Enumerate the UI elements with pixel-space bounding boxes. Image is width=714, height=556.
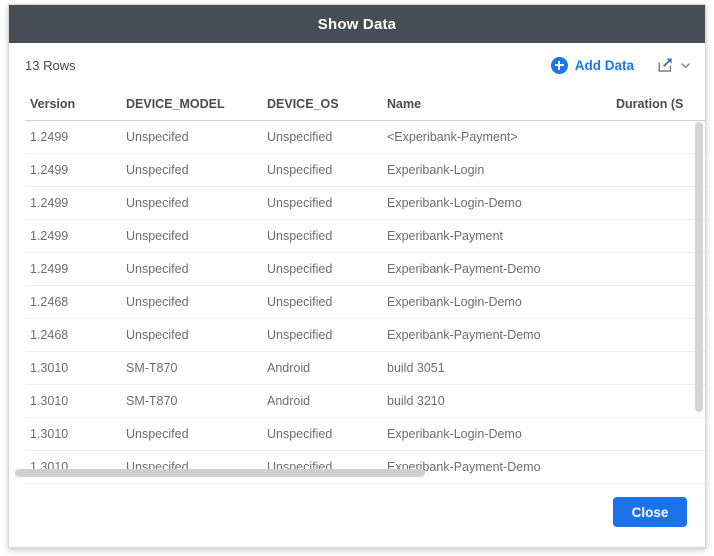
close-button[interactable]: Close: [613, 497, 687, 527]
cell-name: <Experibank-Payment>: [387, 120, 616, 154]
table-row[interactable]: 1.2499 Unspecifed Unspecified Experibank-Pa…: [25, 252, 705, 286]
cell-duration: [616, 219, 705, 253]
cell-device-model: Unspecifed: [126, 219, 267, 253]
table-row[interactable]: 1.3010 SM-T870 Android build 3210: [25, 384, 705, 418]
table-row[interactable]: 1.3010 SM-T870 Android build 3051: [25, 351, 705, 385]
cell-device-model: Unspecifed: [126, 120, 267, 154]
cell-duration: [616, 285, 705, 319]
export-share-icon[interactable]: [656, 56, 674, 74]
cell-version: 1.2499: [25, 153, 126, 187]
cell-device-model: Unspecifed: [126, 318, 267, 352]
table-row[interactable]: 1.3010 Unspecifed Unspecified Experibank-Pa…: [25, 450, 705, 484]
dialog-title-bar: Show Data: [9, 5, 705, 43]
cell-name: Experibank-Payment-Demo: [387, 450, 616, 484]
cell-device-model: Unspecifed: [126, 252, 267, 286]
column-header-name[interactable]: Name: [387, 87, 616, 121]
cell-device-os: Android: [267, 384, 387, 418]
cell-device-model: Unspecifed: [126, 153, 267, 187]
cell-device-model: Unspecifed: [126, 186, 267, 220]
cell-version: 1.2499: [25, 120, 126, 154]
export-control[interactable]: [656, 56, 691, 74]
cell-name: Experibank-Login: [387, 153, 616, 187]
cell-device-model: SM-T870: [126, 384, 267, 418]
dialog-footer: Close: [9, 485, 705, 547]
cell-duration: [616, 252, 705, 286]
table-header-row: Version DEVICE_MODEL DEVICE_OS Name Dura…: [25, 87, 705, 121]
cell-device-model: SM-T870: [126, 351, 267, 385]
cell-device-os: Unspecified: [267, 120, 387, 154]
vertical-scrollbar-thumb[interactable]: [695, 122, 703, 412]
cell-version: 1.2468: [25, 285, 126, 319]
cell-device-model: Unspecifed: [126, 417, 267, 451]
cell-device-model: Unspecifed: [126, 285, 267, 319]
cell-device-os: Unspecified: [267, 417, 387, 451]
cell-name: Experibank-Login-Demo: [387, 285, 616, 319]
horizontal-scrollbar-thumb[interactable]: [15, 469, 425, 477]
cell-name: Experibank-Payment-Demo: [387, 252, 616, 286]
cell-device-os: Unspecified: [267, 186, 387, 220]
column-header-device-model[interactable]: DEVICE_MODEL: [126, 87, 267, 121]
cell-version: 1.2499: [25, 186, 126, 220]
table-row[interactable]: 1.2499 Unspecifed Unspecified Experibank-Lo…: [25, 153, 705, 187]
cell-duration: [616, 384, 705, 418]
cell-device-os: Unspecified: [267, 285, 387, 319]
plus-circle-icon: [550, 56, 568, 74]
column-header-device-os[interactable]: DEVICE_OS: [267, 87, 387, 121]
dialog-title: Show Data: [317, 15, 397, 33]
table-header: Version DEVICE_MODEL DEVICE_OS Name Dura…: [25, 87, 705, 121]
cell-name: build 3210: [387, 384, 616, 418]
cell-name: Experibank-Payment-Demo: [387, 318, 616, 352]
cell-device-os: Unspecified: [267, 318, 387, 352]
cell-duration: [616, 351, 705, 385]
cell-version: 1.2499: [25, 219, 126, 253]
toolbar: 13 Rows Add Data: [9, 43, 705, 87]
cell-name: Experibank-Login-Demo: [387, 186, 616, 220]
cell-device-os: Unspecified: [267, 450, 387, 484]
cell-device-os: Unspecified: [267, 153, 387, 187]
chevron-down-icon[interactable]: [680, 60, 691, 71]
cell-duration: [616, 318, 705, 352]
cell-duration: [616, 417, 705, 451]
data-table: Version DEVICE_MODEL DEVICE_OS Name Dura…: [25, 87, 705, 484]
cell-version: 1.3010: [25, 351, 126, 385]
cell-duration: [616, 450, 705, 484]
cell-duration: [616, 186, 705, 220]
cell-version: 1.3010: [25, 384, 126, 418]
cell-version: 1.3010: [25, 417, 126, 451]
table-row[interactable]: 1.2499 Unspecifed Unspecified Experibank-Lo…: [25, 186, 705, 220]
table-scroll-area[interactable]: Version DEVICE_MODEL DEVICE_OS Name Dura…: [9, 87, 705, 485]
add-data-button[interactable]: Add Data: [550, 56, 634, 74]
table-row[interactable]: 1.2468 Unspecifed Unspecified Experibank-Pa…: [25, 318, 705, 352]
column-header-duration[interactable]: Duration (S: [616, 87, 705, 121]
cell-version: 1.2499: [25, 252, 126, 286]
cell-device-os: Unspecified: [267, 219, 387, 253]
table-row[interactable]: 1.2468 Unspecifed Unspecified Experibank-Lo…: [25, 285, 705, 319]
table-row[interactable]: 1.3010 Unspecifed Unspecified Experibank-Lo…: [25, 417, 705, 451]
row-count-label: 13 Rows: [25, 57, 76, 73]
cell-version: 1.2468: [25, 318, 126, 352]
table-row[interactable]: 1.2499 Unspecifed Unspecified Experibank-Pa…: [25, 219, 705, 253]
cell-device-os: Android: [267, 351, 387, 385]
show-data-dialog: Show Data 13 Rows Add Data Version DEVIC…: [8, 4, 706, 548]
column-header-version[interactable]: Version: [25, 87, 126, 121]
cell-duration: [616, 153, 705, 187]
cell-duration: [616, 120, 705, 154]
cell-device-model: Unspecifed: [126, 450, 267, 484]
cell-version: 1.3010: [25, 450, 126, 484]
cell-device-os: Unspecified: [267, 252, 387, 286]
cell-name: Experibank-Login-Demo: [387, 417, 616, 451]
cell-name: build 3051: [387, 351, 616, 385]
table-body: 1.2499 Unspecifed Unspecified <Experibank-P…: [25, 120, 705, 484]
add-data-label: Add Data: [574, 57, 634, 73]
cell-name: Experibank-Payment: [387, 219, 616, 253]
table-row[interactable]: 1.2499 Unspecifed Unspecified <Experibank-P…: [25, 120, 705, 154]
